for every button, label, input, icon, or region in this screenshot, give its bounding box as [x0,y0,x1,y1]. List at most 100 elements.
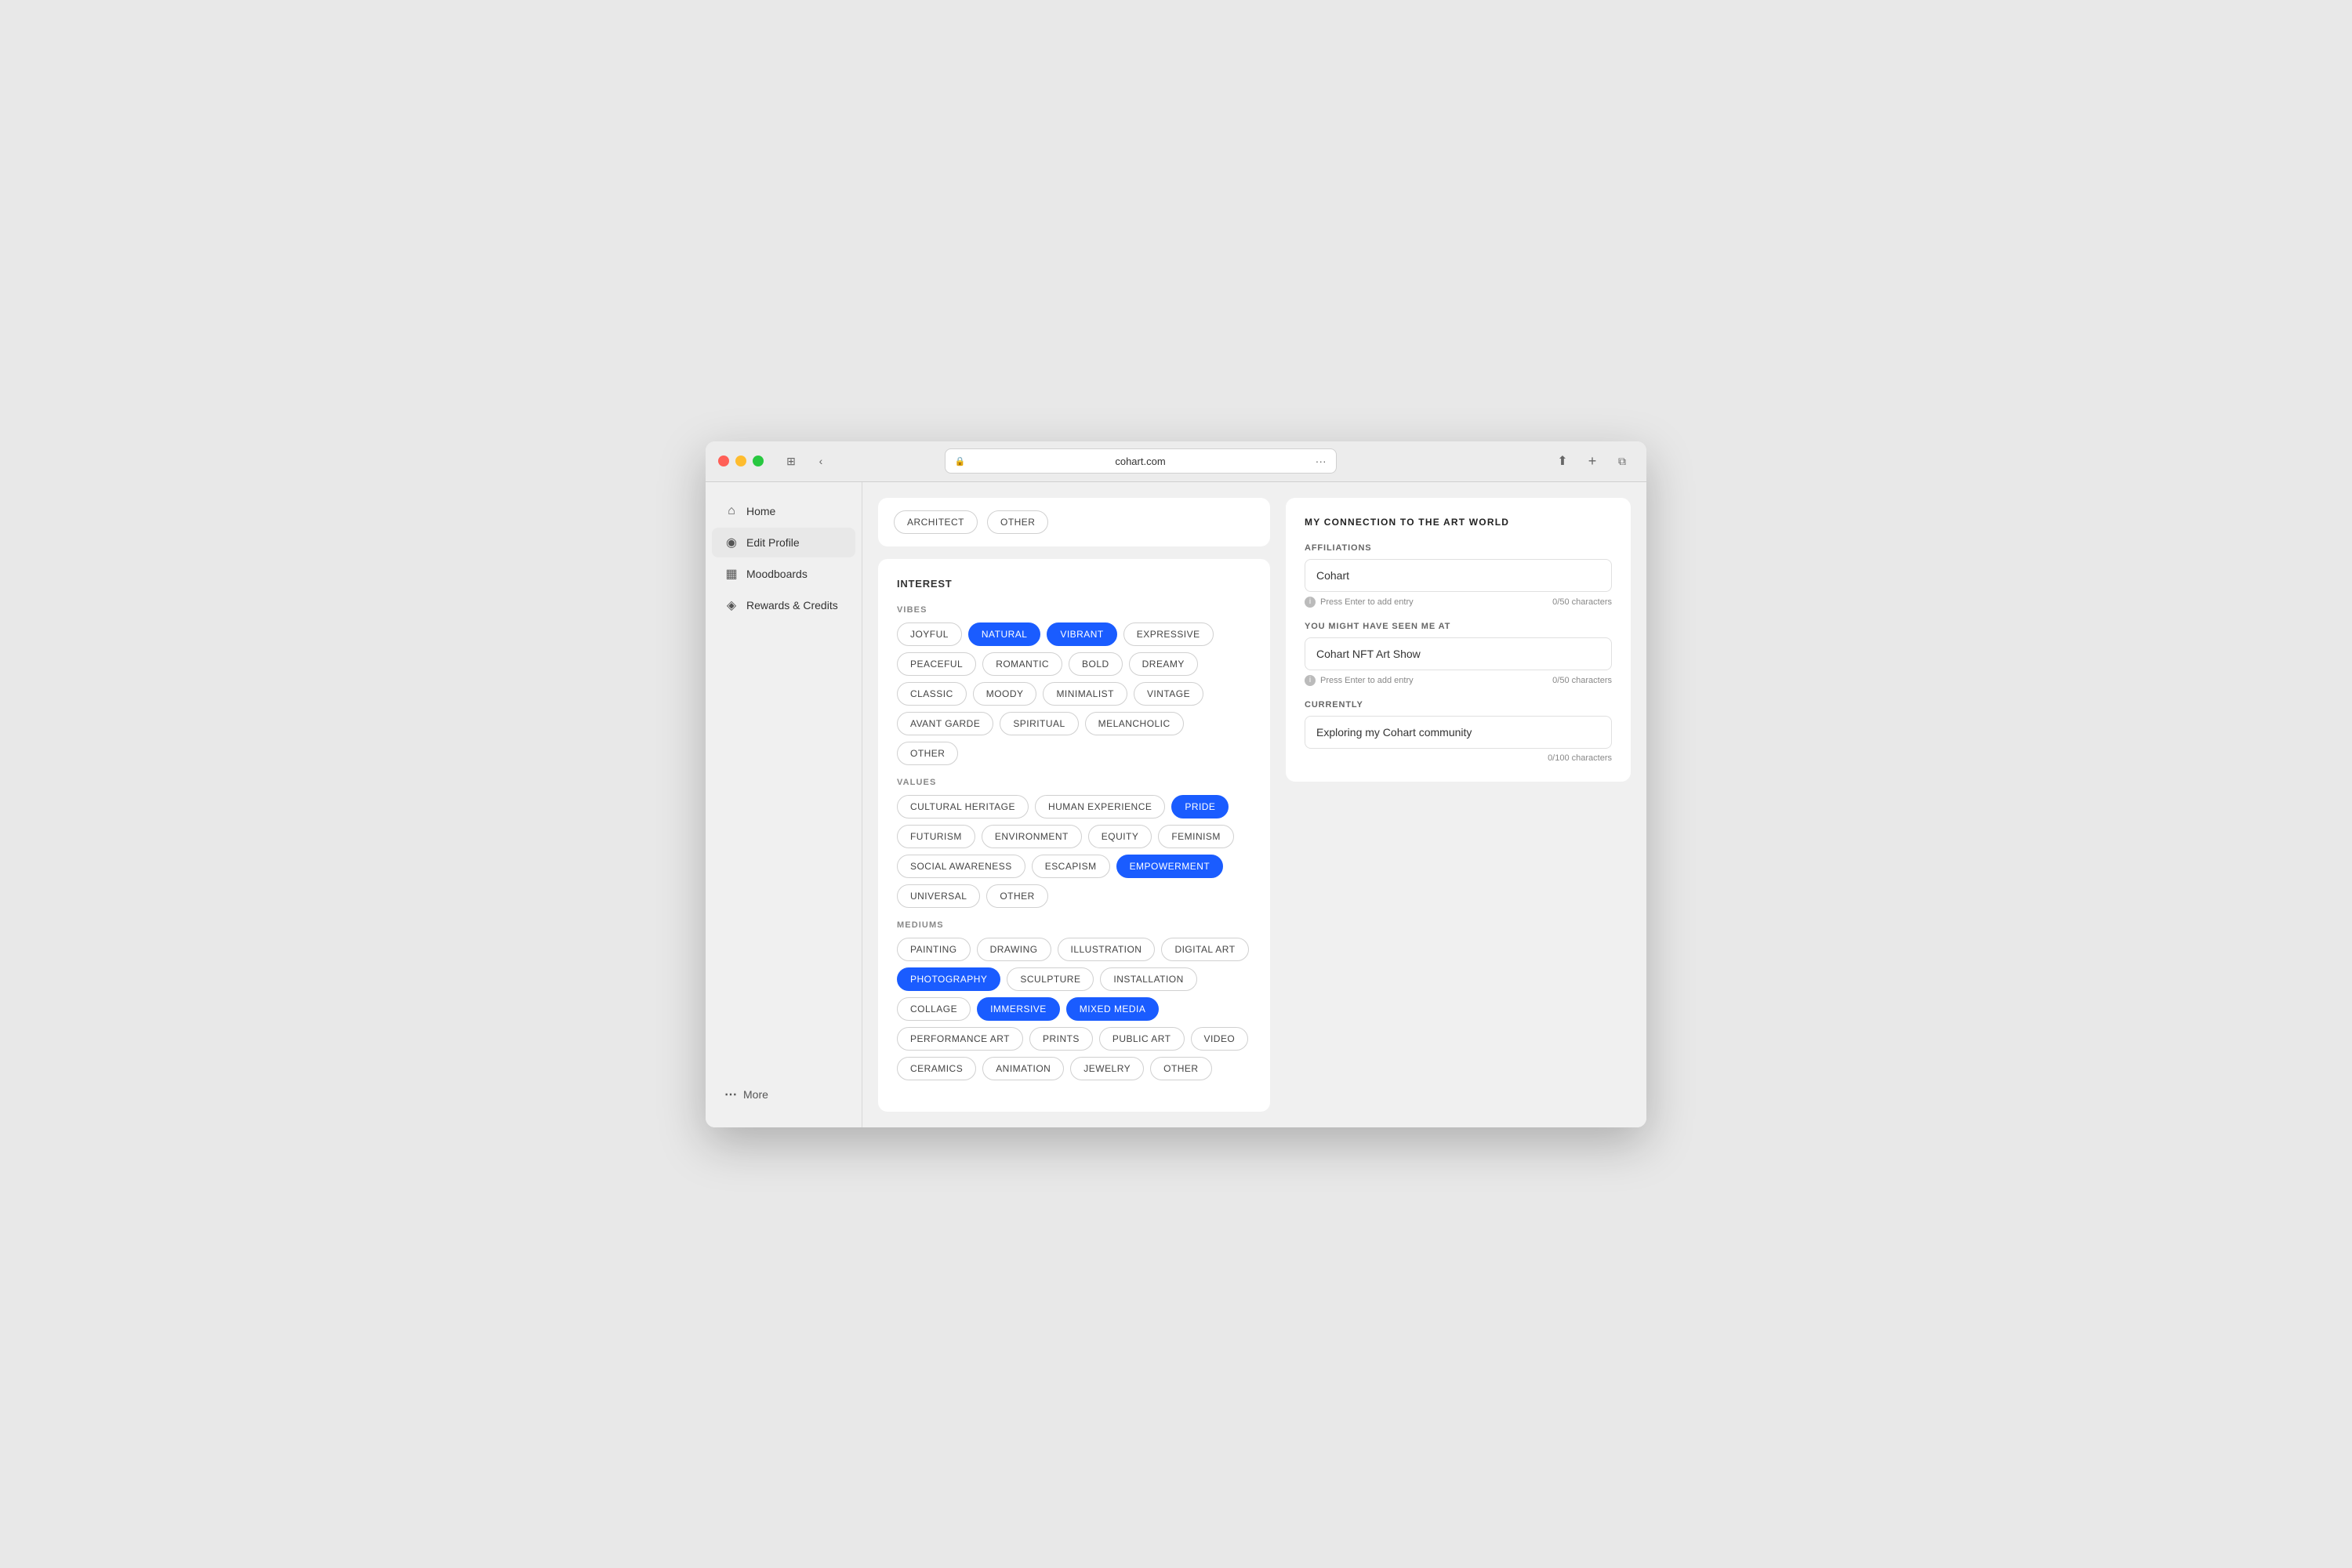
tag-vibe-5[interactable]: ROMANTIC [982,652,1062,676]
tag-vibe-0[interactable]: JOYFUL [897,622,962,646]
tag-vibe-3[interactable]: EXPRESSIVE [1123,622,1214,646]
sidebar-label-home: Home [746,505,775,517]
affiliations-char-count: 0/50 characters [1552,597,1612,607]
tag-other-top[interactable]: OTHER [987,510,1048,534]
tag-medium-12[interactable]: PUBLIC ART [1099,1027,1185,1051]
mediums-tags-row: PAINTING DRAWING ILLUSTRATIONDIGITAL ART PH… [897,938,1251,1080]
tag-vibe-14[interactable]: MELANCHOLIC [1085,712,1184,735]
dots-menu-icon: ··· [1316,455,1327,467]
tag-value-2[interactable]: PRIDE [1171,795,1229,818]
tag-medium-16[interactable]: JEWELRY [1070,1057,1144,1080]
sidebar-more-button[interactable]: ⋯ More [712,1077,855,1112]
left-panel: ARCHITECT OTHER INTEREST VIBES JOYFULNAT… [878,498,1270,1112]
top-tags-card: ARCHITECT OTHER [878,498,1270,546]
home-icon: ⌂ [724,504,739,518]
sidebar-toggle-button[interactable]: ⊞ [779,452,803,470]
tag-vibe-8[interactable]: CLASSIC [897,682,967,706]
tag-vibe-6[interactable]: BOLD [1069,652,1123,676]
back-button[interactable]: ‹ [809,452,833,470]
tag-medium-8[interactable]: IMMERSIVE [977,997,1060,1021]
values-tags-row: CULTURAL HERITAGE HUMAN EXPERIENCE PRIDE FU… [897,795,1251,908]
sidebar-more-label: More [743,1088,768,1101]
sidebar-label-edit-profile: Edit Profile [746,536,800,549]
tag-vibe-1[interactable]: NATURAL [968,622,1040,646]
seen-at-info-icon: i [1305,675,1316,686]
tag-value-0[interactable]: CULTURAL HERITAGE [897,795,1029,818]
sidebar-label-rewards: Rewards & Credits [746,599,838,612]
tag-value-9[interactable]: EMPOWERMENT [1116,855,1224,878]
currently-hint: 0/100 characters [1305,753,1612,763]
more-dots-icon: ⋯ [724,1087,737,1102]
tag-medium-11[interactable]: PRINTS [1029,1027,1093,1051]
windows-button[interactable]: ⧉ [1610,452,1634,470]
tag-medium-15[interactable]: ANIMATION [982,1057,1064,1080]
tag-value-7[interactable]: SOCIAL AWARENESS [897,855,1025,878]
tag-vibe-15[interactable]: OTHER [897,742,958,765]
tag-medium-10[interactable]: PERFORMANCE ART [897,1027,1023,1051]
tag-medium-14[interactable]: CERAMICS [897,1057,976,1080]
seen-at-input[interactable] [1305,637,1612,670]
tag-vibe-7[interactable]: DREAMY [1129,652,1198,676]
tag-value-11[interactable]: OTHER [986,884,1047,908]
tag-vibe-4[interactable]: PEACEFUL [897,652,976,676]
tag-value-5[interactable]: EQUITY [1088,825,1152,848]
sidebar-label-moodboards: Moodboards [746,568,808,580]
tag-medium-5[interactable]: SCULPTURE [1007,967,1094,991]
tag-value-10[interactable]: UNIVERSAL [897,884,980,908]
tag-medium-2[interactable]: ILLUSTRATION [1058,938,1156,961]
tag-medium-1[interactable]: DRAWING [977,938,1051,961]
mediums-label: MEDIUMS [897,920,1251,930]
title-bar: ⊞ ‹ 🔒 cohart.com ··· ⬆ + ⧉ [706,441,1646,482]
address-bar[interactable]: 🔒 cohart.com ··· [945,448,1337,474]
tag-vibe-13[interactable]: SPIRITUAL [1000,712,1078,735]
gift-icon: ◈ [724,598,739,612]
tag-value-4[interactable]: ENVIRONMENT [982,825,1082,848]
tag-medium-9[interactable]: MIXED MEDIA [1066,997,1160,1021]
sidebar-item-rewards[interactable]: ◈ Rewards & Credits [712,590,855,620]
tag-medium-13[interactable]: VIDEO [1191,1027,1249,1051]
tag-medium-17[interactable]: OTHER [1150,1057,1211,1080]
app-layout: ⌂ Home ◉ Edit Profile ▦ Moodboards ◈ Rew… [706,482,1646,1127]
tag-value-3[interactable]: FUTURISM [897,825,975,848]
mediums-section: MEDIUMS PAINTING DRAWING ILLUSTRATIONDIGIT… [897,920,1251,1080]
affiliations-input[interactable] [1305,559,1612,592]
sidebar-item-edit-profile[interactable]: ◉ Edit Profile [712,528,855,557]
tag-value-8[interactable]: ESCAPISM [1032,855,1110,878]
tag-medium-7[interactable]: COLLAGE [897,997,971,1021]
affiliations-label: AFFILIATIONS [1305,543,1612,553]
vibes-tags-row: JOYFULNATURAL VIBRANT EXPRESSIVE PEACEFULRO… [897,622,1251,765]
currently-input[interactable] [1305,716,1612,749]
tag-vibe-9[interactable]: MOODY [973,682,1037,706]
tag-value-6[interactable]: FEMINISM [1158,825,1234,848]
tag-medium-6[interactable]: INSTALLATION [1100,967,1196,991]
minimize-button[interactable] [735,456,746,466]
tag-vibe-2[interactable]: VIBRANT [1047,622,1116,646]
vibes-label: VIBES [897,605,1251,615]
tag-vibe-11[interactable]: VINTAGE [1134,682,1203,706]
tag-vibe-10[interactable]: MINIMALIST [1043,682,1127,706]
sidebar-item-home[interactable]: ⌂ Home [712,496,855,526]
currently-label: CURRENTLY [1305,700,1612,710]
seen-at-char-count: 0/50 characters [1552,676,1612,685]
seen-at-hint-text: Press Enter to add entry [1320,676,1414,685]
tag-medium-3[interactable]: DIGITAL ART [1161,938,1248,961]
tag-architect[interactable]: ARCHITECT [894,510,978,534]
url-text: cohart.com [971,456,1308,467]
tag-medium-4[interactable]: PHOTOGRAPHY [897,967,1000,991]
close-button[interactable] [718,456,729,466]
seen-at-hint: i Press Enter to add entry 0/50 characte… [1305,675,1612,686]
tag-medium-0[interactable]: PAINTING [897,938,971,961]
affiliations-hint: i Press Enter to add entry 0/50 characte… [1305,597,1612,608]
affiliations-hint-text: Press Enter to add entry [1320,597,1414,607]
maximize-button[interactable] [753,456,764,466]
new-tab-button[interactable]: + [1581,452,1604,470]
right-panel: MY CONNECTION TO THE ART WORLD AFFILIATI… [1286,498,1631,1112]
tag-vibe-12[interactable]: AVANT GARDE [897,712,993,735]
vibes-section: VIBES JOYFULNATURAL VIBRANT EXPRESSIVE PEAC… [897,605,1251,765]
sidebar-item-moodboards[interactable]: ▦ Moodboards [712,559,855,589]
tag-value-1[interactable]: HUMAN EXPERIENCE [1035,795,1165,818]
values-section: VALUES CULTURAL HERITAGEHUMAN EXPERIENCE… [897,778,1251,908]
main-content: ARCHITECT OTHER INTEREST VIBES JOYFULNAT… [862,482,1646,1127]
share-button[interactable]: ⬆ [1551,452,1574,470]
traffic-lights [718,456,764,466]
